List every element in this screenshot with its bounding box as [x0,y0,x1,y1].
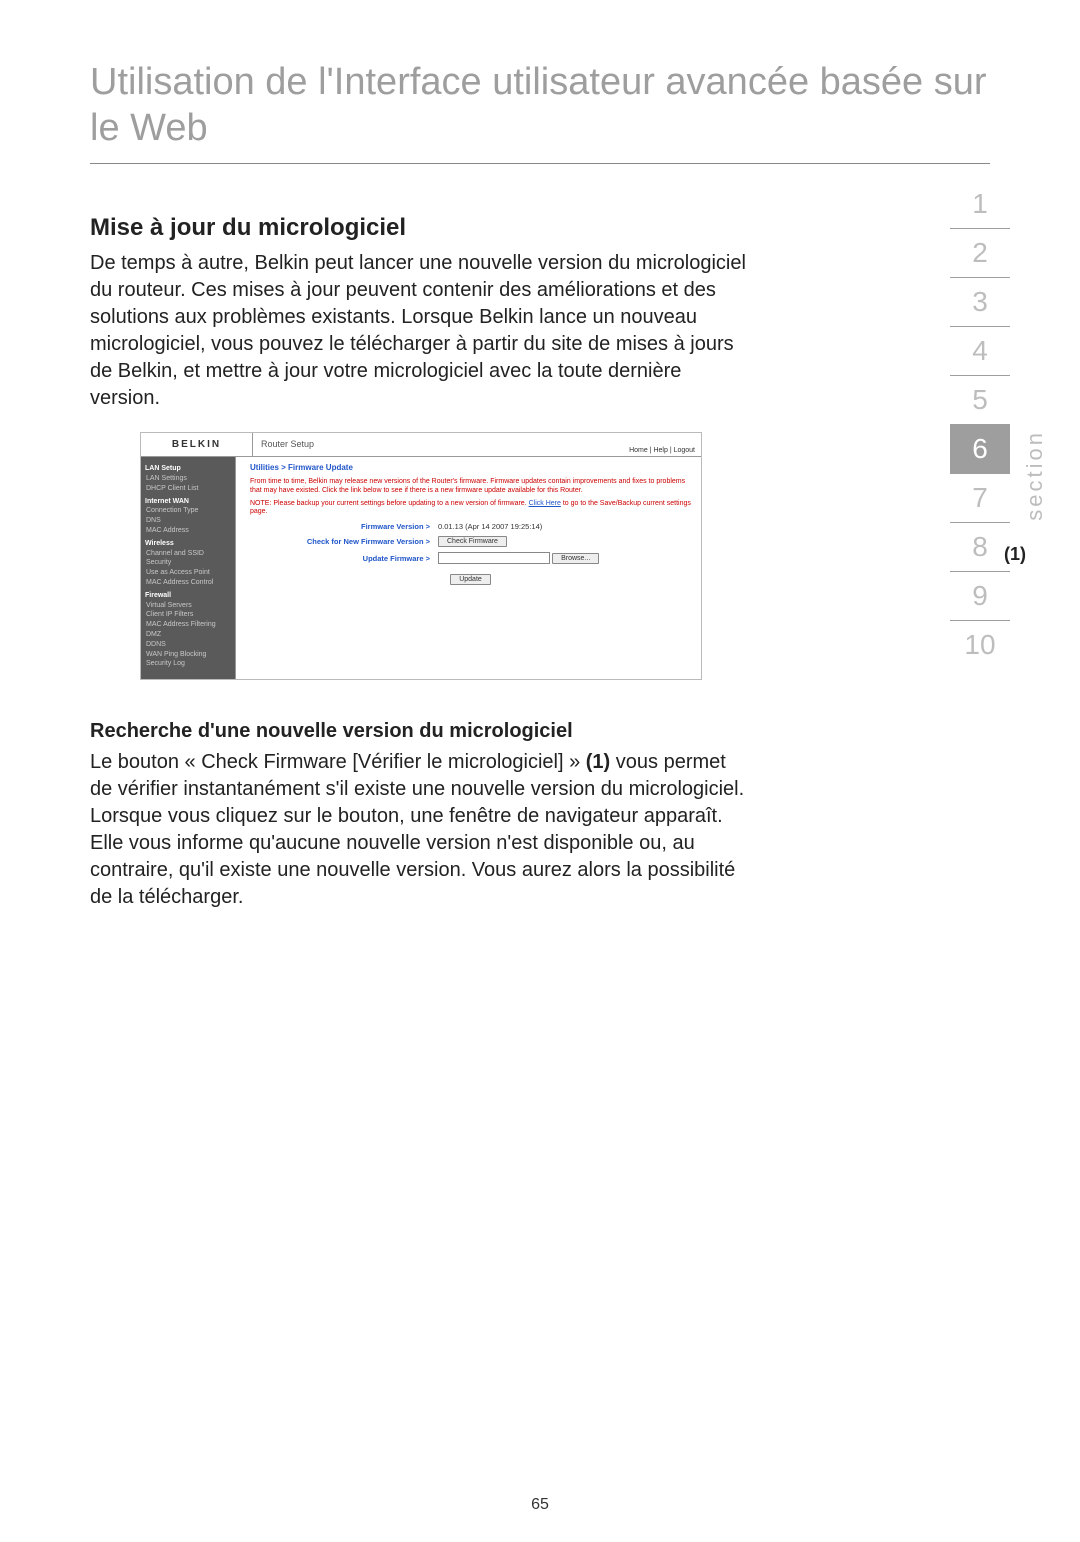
router-note-1: From time to time, Belkin may release ne… [250,478,691,496]
body-paragraph-2: Le bouton « Check Firmware [Vérifier le … [90,749,750,911]
section-label: section [1022,430,1048,521]
section-nav-item-9[interactable]: 9 [950,572,1010,621]
section-nav-item-1[interactable]: 1 [950,180,1010,229]
section-nav-item-7[interactable]: 7 [950,474,1010,523]
router-sidebar-item[interactable]: Security [145,558,231,568]
router-admin-screenshot: BELKIN Router Setup Home | Help | Logout… [140,432,702,680]
router-sidebar-item[interactable]: Virtual Servers [145,601,231,611]
router-sidebar-item: LAN Setup [145,464,231,474]
router-sidebar-item[interactable]: Use as Access Point [145,568,231,578]
section-nav-item-6[interactable]: 6 [950,425,1010,474]
sub-heading: Recherche d'une nouvelle version du micr… [90,720,990,743]
router-sidebar-item: Wireless [145,539,231,549]
router-sidebar-item: Firewall [145,591,231,601]
router-sidebar-item[interactable]: MAC Address [145,526,231,536]
fw-version-label: Firmware Version > [250,522,438,531]
update-button[interactable]: Update [450,574,491,585]
section-nav-item-2[interactable]: 2 [950,229,1010,278]
page-number: 65 [0,1496,1080,1514]
router-sidebar-item[interactable]: Client IP Filters [145,610,231,620]
router-sidebar-item[interactable]: MAC Address Control [145,578,231,588]
firmware-file-input[interactable] [438,552,550,564]
intro-paragraph: De temps à autre, Belkin peut lancer une… [90,250,750,412]
router-sidebar-item[interactable]: DNS [145,516,231,526]
browse-button[interactable]: Browse... [552,553,599,564]
section-nav-item-3[interactable]: 3 [950,278,1010,327]
router-note-2: NOTE: Please backup your current setting… [250,500,691,518]
section-nav-item-5[interactable]: 5 [950,376,1010,425]
section-nav-item-4[interactable]: 4 [950,327,1010,376]
router-sidebar-item[interactable]: DHCP Client List [145,484,231,494]
router-sidebar-item[interactable]: LAN Settings [145,474,231,484]
router-sidebar-item: Internet WAN [145,497,231,507]
router-sidebar-item[interactable]: WAN Ping Blocking [145,650,231,660]
router-sidebar-item[interactable]: Security Log [145,659,231,669]
fw-version-value: 0.01.13 (Apr 14 2007 19:25:14) [438,522,542,531]
router-main-panel: Utilities > Firmware Update From time to… [236,457,701,679]
section-nav-item-8[interactable]: 8 [950,523,1010,572]
section-nav-item-10[interactable]: 10 [950,621,1010,669]
check-fw-label: Check for New Firmware Version > [250,537,438,546]
section-heading: Mise à jour du micrologiciel [90,214,990,242]
router-sidebar-item[interactable]: Connection Type [145,506,231,516]
page-title: Utilisation de l'Interface utilisateur a… [90,60,990,164]
check-firmware-button[interactable]: Check Firmware [438,536,507,547]
router-sidebar-item[interactable]: Channel and SSID [145,549,231,559]
router-setup-title: Router Setup [261,439,314,449]
update-fw-label: Update Firmware > [250,554,438,563]
router-sidebar-item[interactable]: DDNS [145,640,231,650]
router-brand: BELKIN [141,433,253,456]
router-sidebar[interactable]: LAN SetupLAN SettingsDHCP Client List Int… [141,457,236,679]
section-nav: 12345678910 [950,180,1010,669]
router-breadcrumb: Utilities > Firmware Update [250,463,691,472]
router-top-links[interactable]: Home | Help | Logout [629,447,695,454]
save-backup-link[interactable]: Click Here [529,500,561,507]
router-sidebar-item[interactable]: DMZ [145,630,231,640]
router-sidebar-item[interactable]: MAC Address Filtering [145,620,231,630]
